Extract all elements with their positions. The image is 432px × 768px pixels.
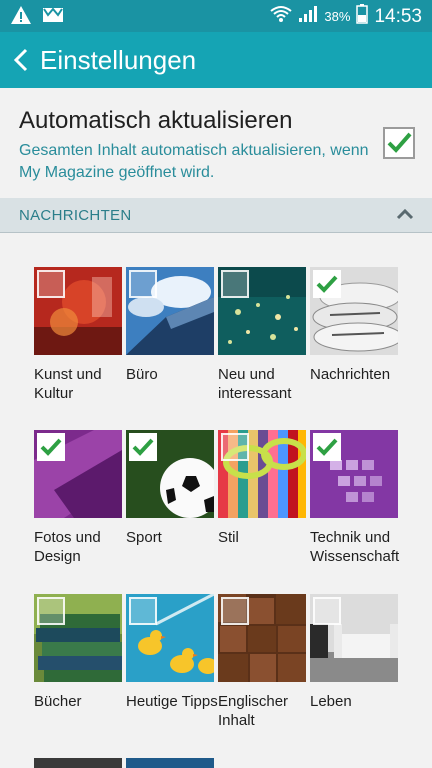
category-tile-partial[interactable]	[34, 758, 122, 768]
category-checkbox[interactable]	[313, 597, 341, 625]
page-title: Einstellungen	[40, 44, 197, 75]
signal-icon	[298, 5, 318, 28]
wifi-icon	[270, 5, 293, 28]
checkmark-icon	[316, 275, 338, 293]
auto-update-title: Automatisch aktualisieren	[19, 107, 293, 134]
category-label: Neu und interessant	[218, 366, 292, 402]
category-thumbnail-partial	[34, 758, 122, 768]
category-checkbox[interactable]	[221, 597, 249, 625]
back-button[interactable]	[4, 32, 38, 88]
category-label: Stil	[218, 529, 239, 546]
category-checkbox[interactable]	[129, 433, 157, 461]
checkmark-icon	[132, 438, 154, 456]
checkmark-icon	[387, 132, 412, 153]
category-tile-partial[interactable]	[126, 758, 214, 768]
auto-update-description: Gesamten Inhalt automatisch aktualisiere…	[19, 142, 369, 181]
category-checkbox[interactable]	[37, 270, 65, 298]
category-thumbnail-partial	[126, 758, 214, 768]
category-label: Heutige Tipps	[126, 693, 218, 710]
category-checkbox[interactable]	[221, 433, 249, 461]
category-checkbox[interactable]	[313, 270, 341, 298]
mail-icon	[42, 6, 64, 29]
category-checkbox[interactable]	[37, 597, 65, 625]
category-label: Kunst und Kultur	[34, 366, 102, 402]
chevron-left-icon	[13, 48, 28, 72]
section-title: NACHRICHTEN	[19, 207, 132, 224]
app-bar: Einstellungen	[0, 32, 432, 88]
category-checkbox[interactable]	[37, 433, 65, 461]
category-checkbox[interactable]	[129, 597, 157, 625]
category-label: Technik und Wissenschaft	[310, 529, 400, 565]
category-label: Englischer Inhalt	[218, 693, 289, 729]
status-bar: 38% 14:53	[0, 0, 432, 32]
chevron-up-icon[interactable]	[396, 207, 414, 225]
category-checkbox[interactable]	[221, 270, 249, 298]
category-label: Sport	[126, 529, 162, 546]
category-label: Leben	[310, 693, 352, 710]
checkmark-icon	[40, 438, 62, 456]
category-label: Bücher	[34, 693, 82, 710]
category-checkbox[interactable]	[129, 270, 157, 298]
category-label: Büro	[126, 366, 158, 383]
auto-update-setting[interactable]: Automatisch aktualisieren Gesamten Inhal…	[0, 88, 432, 196]
battery-percent: 38%	[324, 9, 351, 24]
warning-icon	[10, 5, 32, 30]
battery-icon	[356, 4, 369, 29]
category-label: Fotos und Design	[34, 529, 101, 565]
checkmark-icon	[316, 438, 338, 456]
clock: 14:53	[374, 5, 422, 27]
category-label: Nachrichten	[310, 366, 391, 383]
category-checkbox[interactable]	[313, 433, 341, 461]
section-header-nachrichten[interactable]: NACHRICHTEN	[0, 198, 432, 233]
auto-update-checkbox[interactable]	[383, 127, 415, 159]
